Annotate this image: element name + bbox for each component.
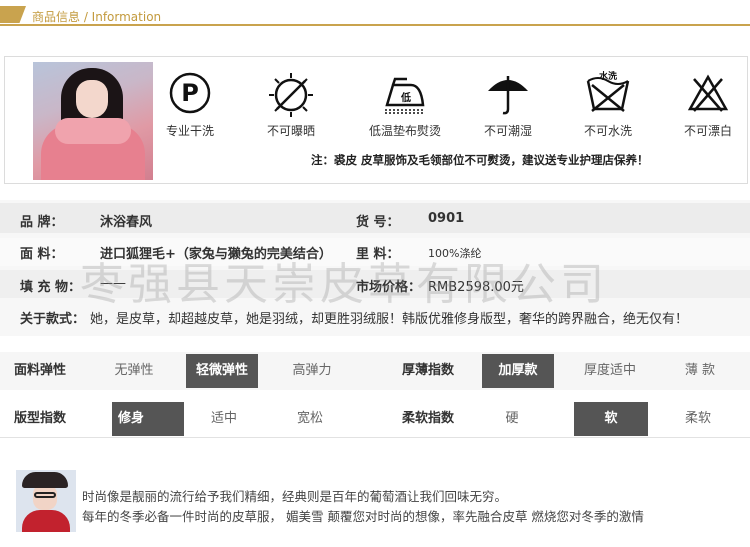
promo-section: 时尚像是靓丽的流行给予我们精细，经典则是百年的葡萄酒让我们回味无穷。 每年的冬季… <box>0 466 750 547</box>
care-item-no-bleach: 不可漂白 <box>668 71 748 139</box>
header-accent <box>0 6 26 23</box>
no-sun-dry-icon <box>269 73 313 117</box>
code-value: 0901 <box>428 211 465 226</box>
brand-value: 沐浴春风 <box>100 215 153 230</box>
no-damp-icon <box>488 76 528 115</box>
no-bleach-icon <box>687 74 729 112</box>
fit-option: 适中 <box>210 411 237 426</box>
care-note: 注：裘皮 皮草服饰及毛领部位不可熨烫，建议送专业护理店保养！ <box>311 153 649 167</box>
care-item-dry-clean: P 专业干洗 <box>150 71 230 139</box>
low-iron-icon: 低 <box>385 77 425 114</box>
softness-option-selected: 软 <box>574 402 648 436</box>
thickness-option: 薄 款 <box>684 363 716 378</box>
model-photo <box>33 62 153 180</box>
section-header: 商品信息 / Information <box>0 6 750 28</box>
elasticity-label: 面料弹性 <box>14 363 67 378</box>
thickness-label: 厚薄指数 <box>402 363 455 378</box>
code-label: 货 号： <box>356 215 400 230</box>
care-item-no-sun: 不可曝晒 <box>251 71 331 139</box>
softness-option: 硬 <box>505 411 519 426</box>
section-title: 商品信息 / Information <box>32 10 162 24</box>
model-avatar <box>16 470 76 532</box>
company-watermark: 枣强县天崇皮草有限公司 <box>80 259 608 310</box>
thickness-option: 厚度适中 <box>583 363 636 378</box>
elasticity-option-selected: 轻微弹性 <box>186 354 258 388</box>
fabric-label: 面 料： <box>20 247 64 262</box>
elasticity-option: 高弹力 <box>292 363 332 378</box>
spec-row-fit: 版型指数 修身 适中 宽松 柔软指数 硬 软 柔软 <box>0 400 750 438</box>
softness-label: 柔软指数 <box>402 411 455 426</box>
fit-label: 版型指数 <box>14 411 67 426</box>
softness-option: 柔软 <box>684 411 711 426</box>
care-instructions-panel: P 专业干洗 不可曝晒 低 低温垫布熨烫 不可潮湿 水洗 不可水洗 不可漂白 注… <box>4 56 748 184</box>
svg-text:低: 低 <box>400 91 411 104</box>
care-item-no-damp: 不可潮湿 <box>468 71 548 139</box>
spec-row-elasticity: 面料弹性 无弹性 轻微弹性 高弹力 厚薄指数 加厚款 厚度适中 薄 款 <box>0 352 750 390</box>
brand-label: 品 牌： <box>20 215 64 230</box>
header-divider <box>0 24 750 26</box>
promo-line-2: 每年的冬季必备一件时尚的皮草服， 媚美雪 颠覆您对时尚的想像，率先融合皮草 燃烧… <box>82 509 644 524</box>
elasticity-option: 无弹性 <box>114 363 154 378</box>
fit-option-selected: 修身 <box>112 402 184 436</box>
thickness-option-selected: 加厚款 <box>482 354 554 388</box>
no-wash-icon: 水洗 <box>586 71 630 112</box>
care-item-low-iron: 低 低温垫布熨烫 <box>360 71 450 139</box>
care-item-no-wash: 水洗 不可水洗 <box>583 71 632 138</box>
about-label: 关于款式： <box>20 312 86 327</box>
svg-text:P: P <box>181 79 199 107</box>
svg-text:水洗: 水洗 <box>599 71 617 82</box>
dry-clean-p-icon: P <box>169 72 211 114</box>
promo-line-1: 时尚像是靓丽的流行给予我们精细，经典则是百年的葡萄酒让我们回味无穷。 <box>82 489 508 504</box>
filling-label: 填 充 物： <box>20 280 82 295</box>
fit-option: 宽松 <box>296 411 323 426</box>
